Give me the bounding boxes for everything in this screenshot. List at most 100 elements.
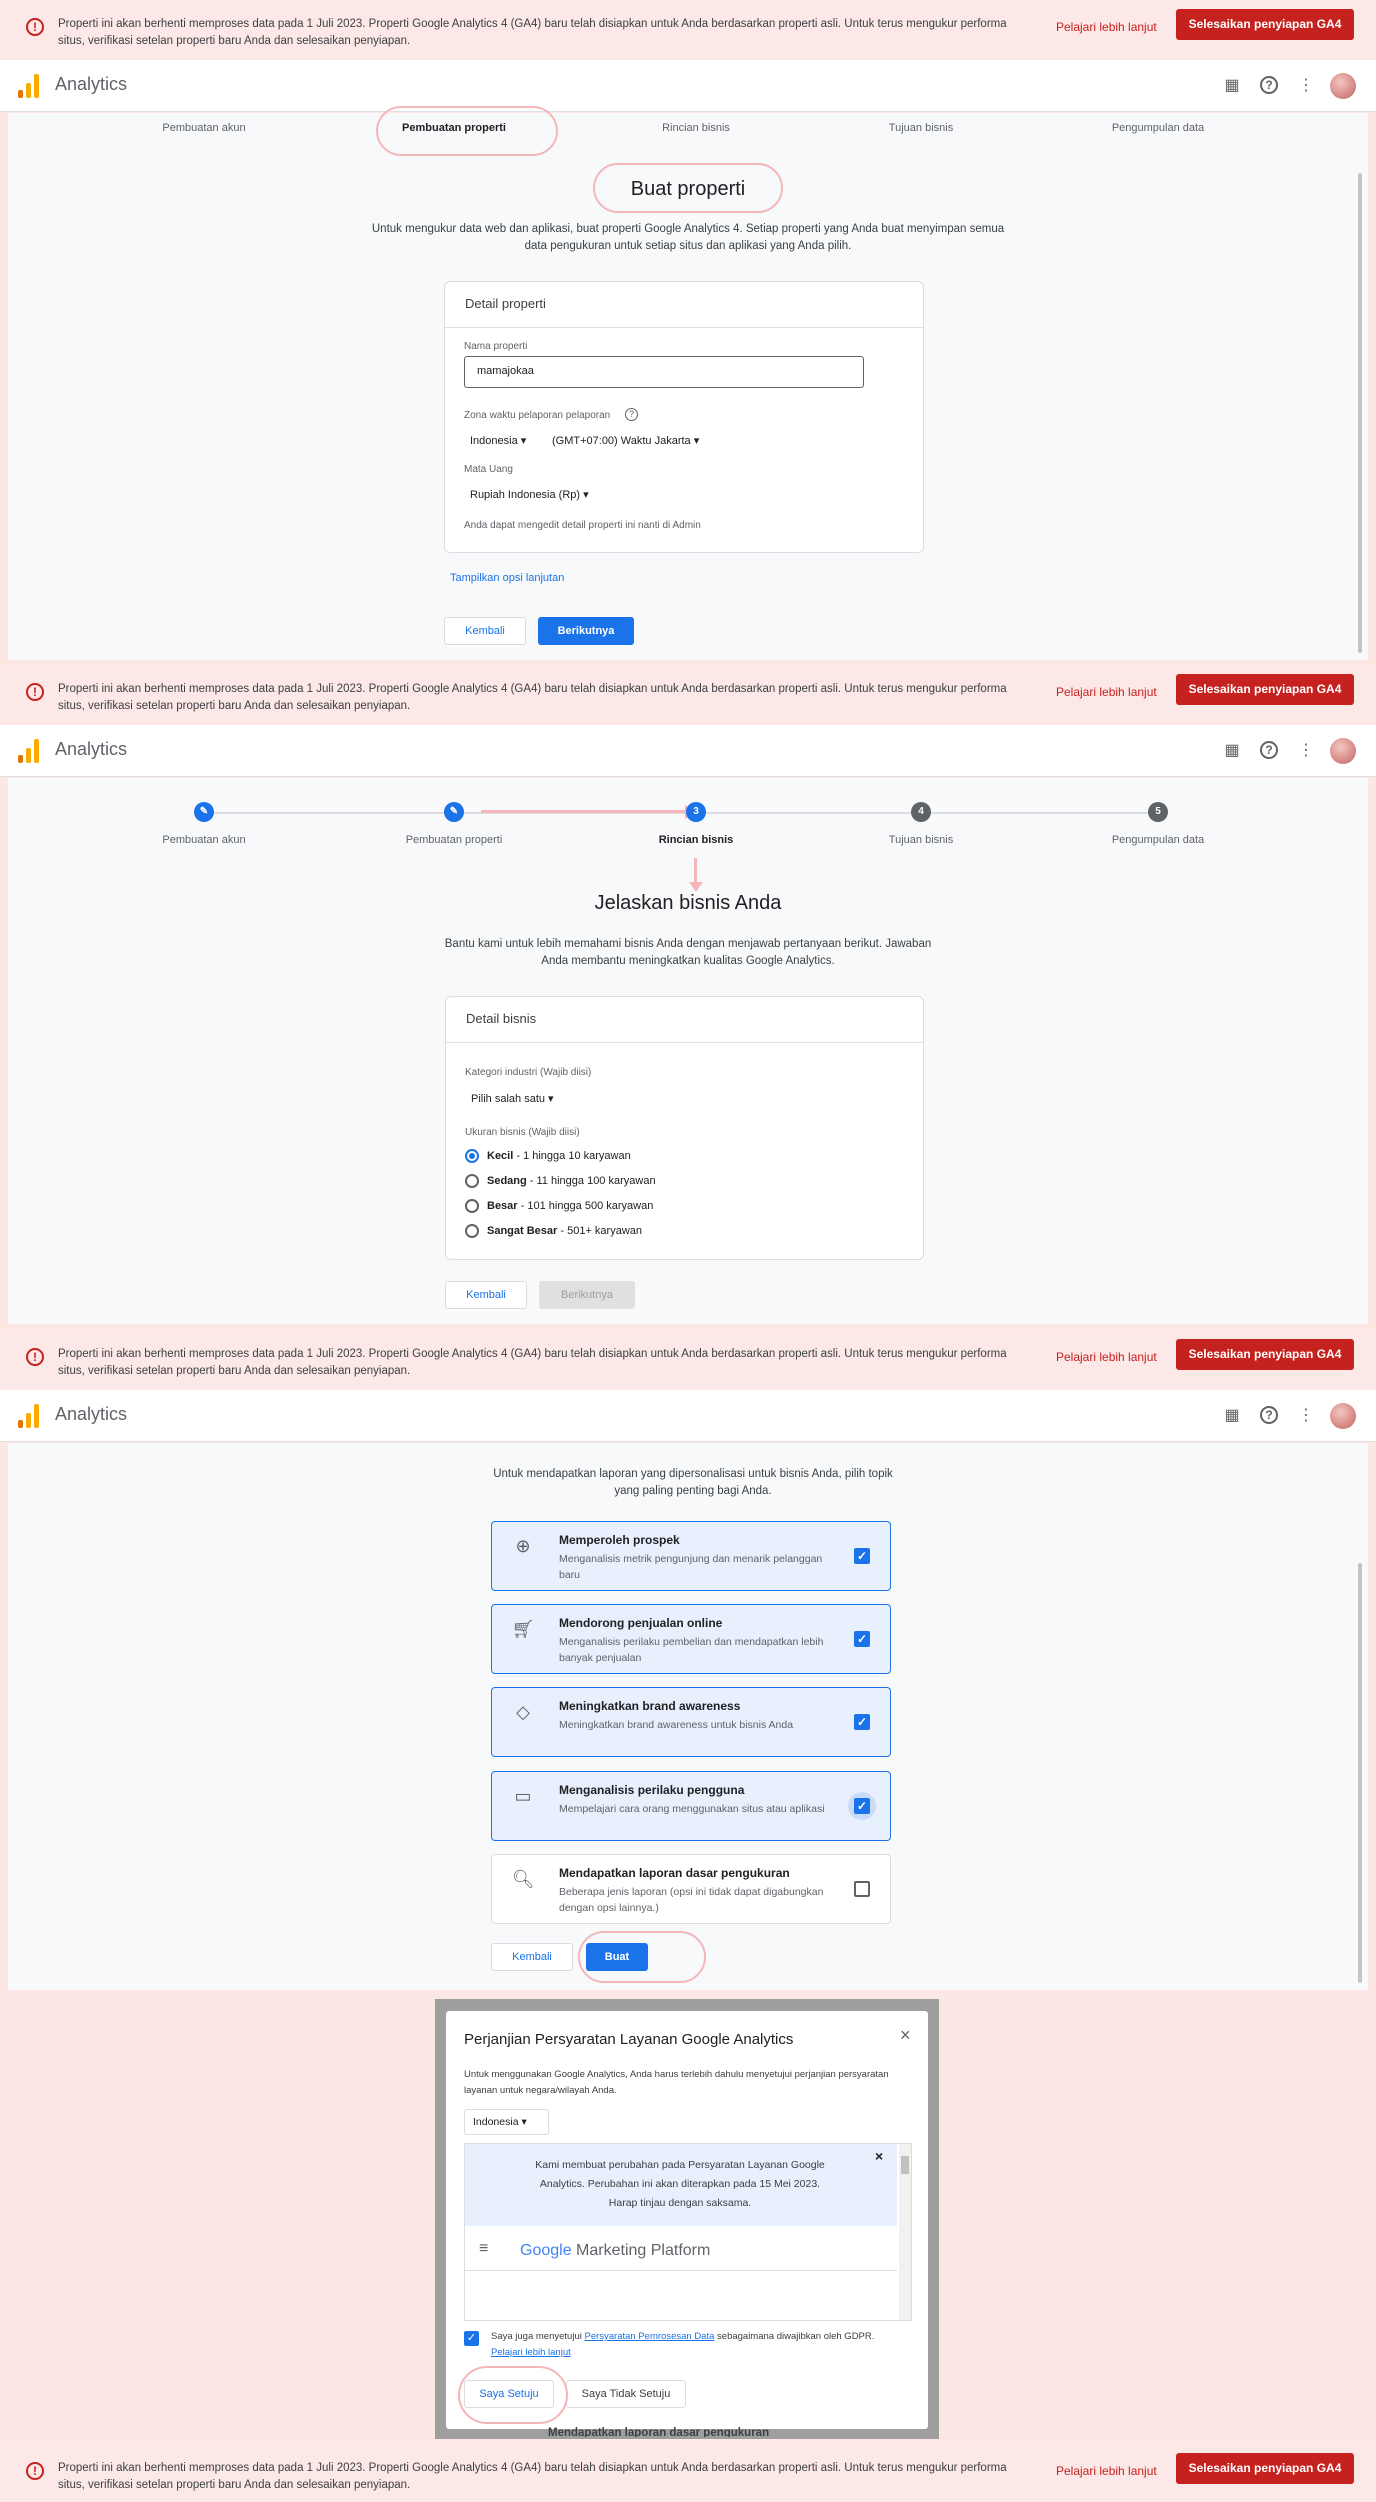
close-notice-icon[interactable]: × <box>875 2148 883 2164</box>
currency-label: Mata Uang <box>464 464 513 475</box>
next-button-disabled[interactable]: Berikutnya <box>539 1281 635 1309</box>
radio-xlarge[interactable] <box>465 1224 479 1238</box>
divider <box>465 2270 897 2271</box>
menu-icon[interactable]: ≡ <box>479 2240 488 2258</box>
warning-banner: ! Properti ini akan berhenti memproses d… <box>0 0 1376 58</box>
error-icon: ! <box>26 18 44 36</box>
size-option-small[interactable]: Kecil - 1 hingga 10 karyawan <box>487 1150 631 1162</box>
goal-option[interactable]: 🔍︎ Mendapatkan laporan dasar pengukuran … <box>491 1854 891 1924</box>
finish-ga4-button[interactable]: Selesaikan penyiapan GA4 <box>1176 2453 1354 2484</box>
more-vert-icon[interactable]: ⋮ <box>1296 76 1316 96</box>
banner-message: Properti ini akan berhenti memproses dat… <box>58 683 1007 712</box>
help-icon[interactable]: ? <box>625 408 638 421</box>
goal-checkbox[interactable] <box>854 1881 870 1897</box>
goal-title: Meningkatkan brand awareness <box>559 1699 741 1713</box>
learn-more-link[interactable]: Pelajari lebih lanjut <box>1056 1350 1157 1364</box>
next-button[interactable]: Berikutnya <box>538 617 634 645</box>
goal-option[interactable]: ◇ Meningkatkan brand awareness Meningkat… <box>491 1687 891 1757</box>
radio-medium[interactable] <box>465 1174 479 1188</box>
apps-icon[interactable]: ▦ <box>1222 1406 1242 1426</box>
analytics-logo-icon <box>18 739 40 763</box>
finish-ga4-button[interactable]: Selesaikan penyiapan GA4 <box>1176 674 1354 705</box>
business-details-panel: ✎ ✎ 3 4 5 Pembuatan akun Pembuatan prope… <box>8 778 1368 1324</box>
annotation-arrow <box>694 858 697 884</box>
terms-dialog: Perjanjian Persyaratan Layanan Google An… <box>446 2011 928 2429</box>
annotation-arrow <box>481 810 691 813</box>
gdpr-checkbox[interactable]: ✓ <box>464 2331 479 2346</box>
goal-title: Menganalisis perilaku pengguna <box>559 1783 745 1797</box>
dpa-link[interactable]: Persyaratan Pemrosesan Data <box>584 2331 714 2342</box>
analytics-logo-icon <box>18 1404 40 1428</box>
goal-desc: Mempelajari cara orang menggunakan situs… <box>559 1803 825 1815</box>
step-label: Tujuan bisnis <box>888 834 954 846</box>
cart-icon: 🛒︎ <box>511 1619 535 1639</box>
property-name-input[interactable]: mamajokaa <box>464 356 864 388</box>
industry-select[interactable]: Pilih salah satu ▾ <box>471 1092 554 1105</box>
size-option-medium[interactable]: Sedang - 11 hingga 100 karyawan <box>487 1175 656 1187</box>
country-select[interactable]: Indonesia ▾ <box>464 2109 549 2135</box>
step-label: Pengumpulan data <box>1111 834 1205 846</box>
back-button[interactable]: Kembali <box>445 1281 527 1309</box>
goal-option[interactable]: 🛒︎ Mendorong penjualan online Menganalis… <box>491 1604 891 1674</box>
avatar[interactable] <box>1330 1403 1356 1429</box>
terms-frame[interactable]: Kami membuat perubahan pada Persyaratan … <box>464 2143 912 2321</box>
app-title: Analytics <box>55 739 128 759</box>
learn-more-link[interactable]: Pelajari lebih lanjut <box>1056 20 1157 34</box>
country-select[interactable]: Indonesia ▾ <box>470 434 526 447</box>
warning-banner: ! Properti ini akan berhenti memproses d… <box>0 665 1376 723</box>
goal-desc: Beberapa jenis laporan (opsi ini tidak d… <box>559 1886 824 1914</box>
size-option-xlarge[interactable]: Sangat Besar - 501+ karyawan <box>487 1225 642 1237</box>
close-icon[interactable]: × <box>900 2025 911 2046</box>
learn-more-link[interactable]: Pelajari lebih lanjut <box>1056 685 1157 699</box>
goal-desc: Menganalisis metrik pengunjung dan menar… <box>559 1553 823 1581</box>
scrollbar-thumb[interactable] <box>901 2156 909 2174</box>
finish-ga4-button[interactable]: Selesaikan penyiapan GA4 <box>1176 9 1354 40</box>
learn-more-link[interactable]: Pelajari lebih lanjut <box>491 2347 571 2358</box>
back-button[interactable]: Kembali <box>444 617 526 645</box>
error-icon: ! <box>26 2462 44 2480</box>
timezone-select[interactable]: (GMT+07:00) Waktu Jakarta ▾ <box>552 434 699 447</box>
more-vert-icon[interactable]: ⋮ <box>1296 741 1316 761</box>
help-icon[interactable]: ? <box>1260 76 1278 94</box>
goal-option[interactable]: ⊕ Memperoleh prospek Menganalisis metrik… <box>491 1521 891 1591</box>
scrollbar[interactable] <box>1358 173 1362 653</box>
apps-icon[interactable]: ▦ <box>1222 741 1242 761</box>
banner-message: Properti ini akan berhenti memproses dat… <box>58 2462 1007 2491</box>
finish-ga4-button[interactable]: Selesaikan penyiapan GA4 <box>1176 1339 1354 1370</box>
name-label: Nama properti <box>464 341 528 352</box>
help-icon[interactable]: ? <box>1260 1406 1278 1424</box>
goal-checkbox[interactable]: ✓ <box>854 1548 870 1564</box>
goal-option[interactable]: ▭ Menganalisis perilaku pengguna Mempela… <box>491 1771 891 1841</box>
annotation-ring <box>458 2366 568 2424</box>
step-label: Rincian bisnis <box>662 122 730 134</box>
goal-checkbox[interactable]: ✓ <box>854 1631 870 1647</box>
size-option-large[interactable]: Besar - 101 hingga 500 karyawan <box>487 1200 653 1212</box>
step-label: Pengumpulan data <box>1111 122 1205 134</box>
goal-checkbox[interactable]: ✓ <box>854 1714 870 1730</box>
card-title: Detail properti <box>445 282 923 328</box>
learn-more-link[interactable]: Pelajari lebih lanjut <box>1056 2464 1157 2478</box>
step-label: Pembuatan properti <box>405 834 503 846</box>
scrollbar[interactable] <box>1358 1563 1362 1983</box>
goal-checkbox[interactable]: ✓ <box>854 1798 870 1814</box>
error-icon: ! <box>26 683 44 701</box>
disagree-button[interactable]: Saya Tidak Setuju <box>566 2380 686 2408</box>
warning-banner: ! Properti ini akan berhenti memproses d… <box>0 2444 1376 2502</box>
apps-icon[interactable]: ▦ <box>1222 76 1242 96</box>
annotation-ring <box>593 163 783 213</box>
step-label: Pembuatan akun <box>162 122 246 134</box>
radio-large[interactable] <box>465 1199 479 1213</box>
more-vert-icon[interactable]: ⋮ <box>1296 1406 1316 1426</box>
help-icon[interactable]: ? <box>1260 741 1278 759</box>
avatar[interactable] <box>1330 738 1356 764</box>
app-title: Analytics <box>55 74 128 94</box>
radio-small[interactable] <box>465 1149 479 1163</box>
avatar[interactable] <box>1330 73 1356 99</box>
step-number: 5 <box>1148 802 1168 822</box>
back-button[interactable]: Kembali <box>491 1943 573 1971</box>
step-done-icon: ✎ <box>444 802 464 822</box>
analytics-logo-icon <box>18 74 40 98</box>
business-details-card: Detail bisnis Kategori industri (Wajib d… <box>445 996 924 1260</box>
advanced-options-link[interactable]: Tampilkan opsi lanjutan <box>450 572 564 584</box>
currency-select[interactable]: Rupiah Indonesia (Rp) ▾ <box>470 488 589 501</box>
